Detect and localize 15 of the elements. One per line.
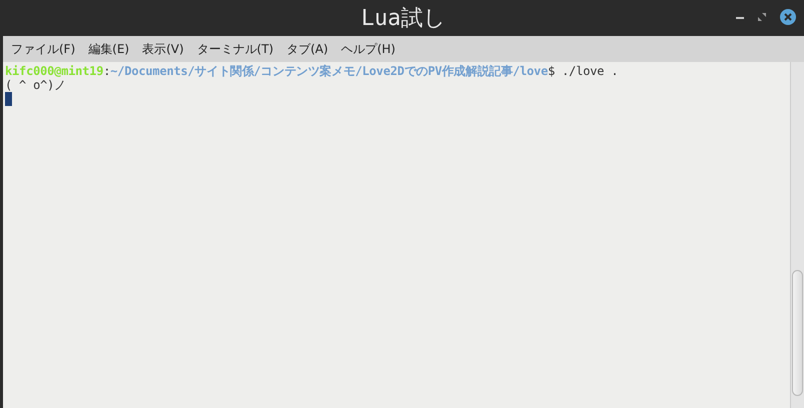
menu-item[interactable]: タブ(A) xyxy=(286,40,328,58)
prompt-line: kifc000@mint19:~/Documents/サイト関係/コンテンツ案メモ/Love2DでのPV作成解説記事/love$ ./love . xyxy=(5,64,620,78)
maximize-icon[interactable] xyxy=(758,13,766,21)
menu-item[interactable]: ファイル(F) xyxy=(11,40,76,58)
close-icon[interactable] xyxy=(780,9,796,25)
menu-item[interactable]: ヘルプ(H) xyxy=(341,40,396,58)
menu-item[interactable]: 表示(V) xyxy=(142,40,184,58)
scrollbar[interactable] xyxy=(790,62,804,408)
menu-item[interactable]: ターミナル(T) xyxy=(196,40,274,58)
scrollbar-thumb[interactable] xyxy=(792,270,803,396)
window-title: Lua試し xyxy=(361,5,446,33)
minimize-icon[interactable] xyxy=(736,16,744,18)
output-line: ( ^ o^)ノ xyxy=(5,78,67,92)
menu-item[interactable]: 編集(E) xyxy=(88,40,130,58)
text-cursor xyxy=(5,92,12,106)
